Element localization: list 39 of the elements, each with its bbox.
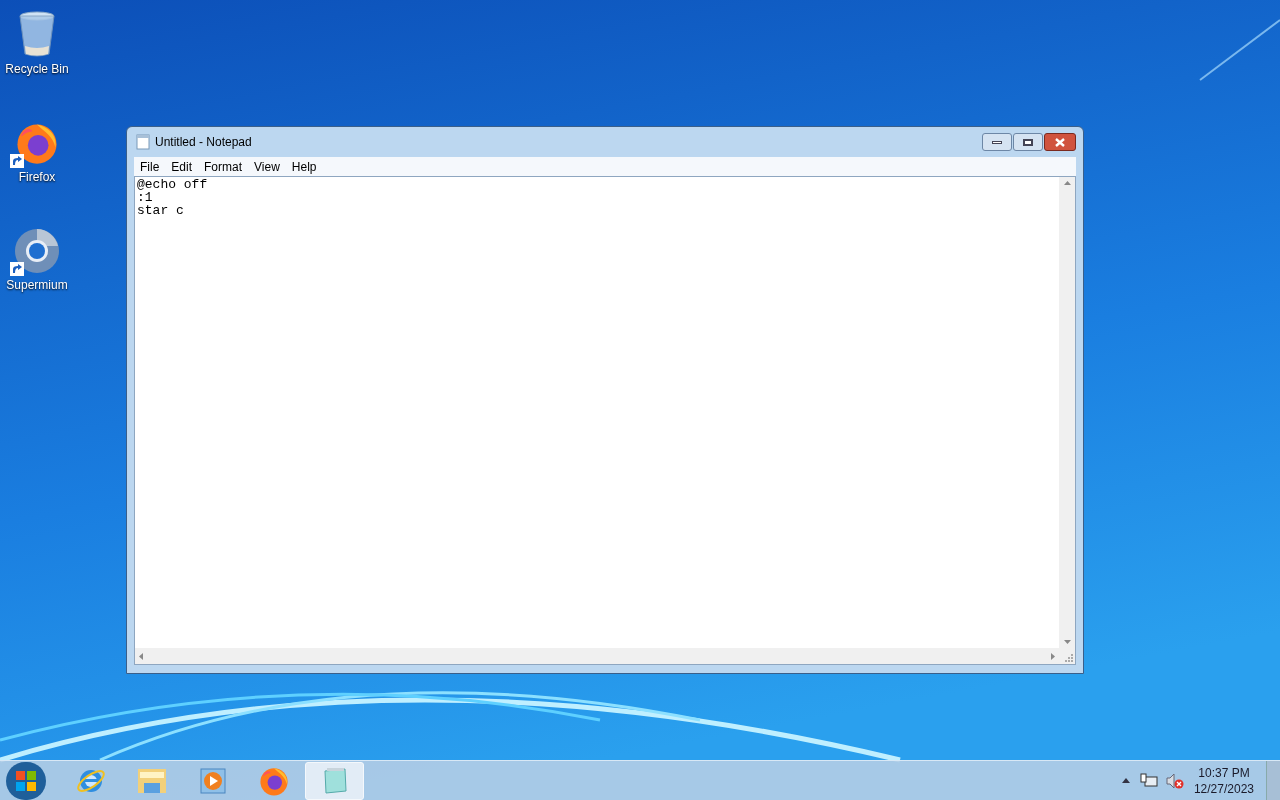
muted-volume-icon[interactable]: [1165, 772, 1184, 789]
shortcut-arrow-icon: [10, 154, 24, 168]
minimize-button[interactable]: [982, 133, 1012, 151]
media-player-icon: [197, 765, 228, 796]
scroll-down-icon[interactable]: [1063, 640, 1071, 644]
text-line: star c: [137, 204, 185, 217]
horizontal-scrollbar[interactable]: [135, 648, 1059, 664]
taskbar-button[interactable]: [305, 761, 364, 800]
notepad-icon: [136, 134, 150, 150]
resize-grip-icon[interactable]: [1065, 654, 1073, 662]
scroll-right-icon[interactable]: [1051, 652, 1055, 660]
browser-icon: [14, 228, 60, 274]
show-hidden-icons-button[interactable]: [1121, 778, 1130, 783]
maximize-button[interactable]: [1013, 133, 1043, 151]
scroll-left-icon[interactable]: [139, 652, 143, 660]
vertical-scrollbar[interactable]: [1059, 177, 1075, 648]
menu-item[interactable]: View: [248, 157, 286, 176]
menu-item[interactable]: File: [134, 157, 166, 176]
clock-date: 12/27/2023: [1193, 780, 1254, 797]
clock-time: 10:37 PM: [1198, 764, 1250, 781]
desktop-icon-label[interactable]: Firefox: [18, 168, 56, 186]
windows-logo-icon: [15, 769, 37, 792]
close-button[interactable]: [1044, 133, 1076, 151]
text-line: :1: [137, 191, 154, 204]
menu-item[interactable]: Format: [198, 157, 249, 176]
desktop-icon-label[interactable]: Recycle Bin: [5, 60, 69, 78]
desktop-icon-label[interactable]: Supermium: [6, 276, 68, 294]
start-button[interactable]: [6, 761, 46, 800]
close-icon: [1055, 137, 1065, 147]
scroll-up-icon[interactable]: [1063, 181, 1071, 185]
menu-item[interactable]: Edit: [165, 157, 199, 176]
shortcut-arrow-icon: [10, 262, 24, 276]
window-title: Untitled - Notepad: [155, 134, 252, 151]
show-desktop-button[interactable]: [1266, 760, 1280, 800]
clock[interactable]: 10:37 PM 12/27/2023: [1193, 764, 1254, 797]
text-line: @echo off: [137, 178, 209, 191]
network-icon[interactable]: [1139, 772, 1158, 789]
menu-item[interactable]: Help: [285, 157, 323, 176]
recycle-bin-icon: [17, 10, 57, 58]
